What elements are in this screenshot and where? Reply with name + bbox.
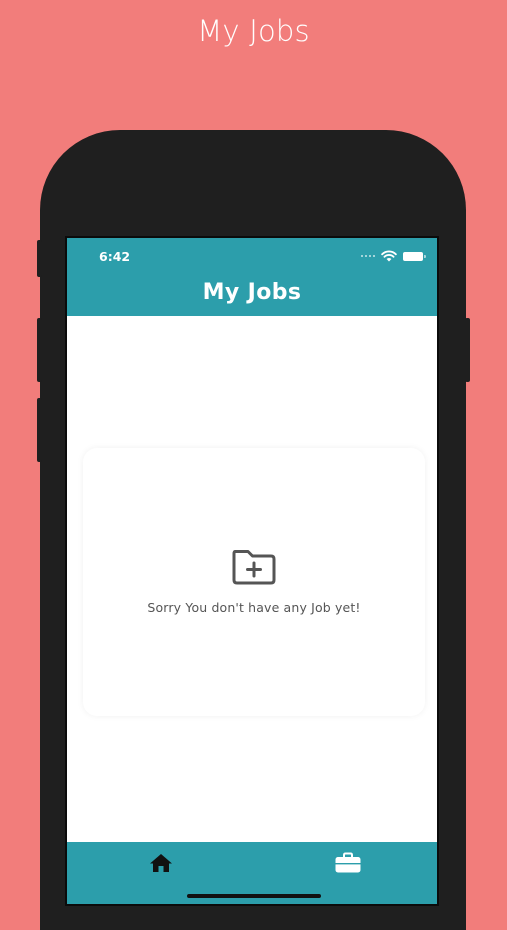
phone-power-button <box>465 318 470 382</box>
status-time: 6:42 <box>99 249 131 264</box>
nav-item-jobs[interactable] <box>333 850 363 876</box>
phone-volume-down <box>37 398 42 462</box>
wifi-icon <box>381 250 397 262</box>
home-icon <box>150 854 172 872</box>
briefcase-icon <box>335 852 361 873</box>
home-indicator[interactable] <box>187 894 321 898</box>
nav-item-home[interactable] <box>147 850 175 876</box>
phone-mute-switch <box>37 240 42 277</box>
app-header: 6:42 My Jobs <box>67 238 437 316</box>
page-title: My Jobs <box>202 280 302 305</box>
promo-title: My Jobs <box>197 14 310 48</box>
cellular-signal-icon <box>361 255 375 257</box>
empty-state-message: Sorry You don't have any Job yet! <box>147 600 361 615</box>
phone-volume-up <box>37 318 42 382</box>
empty-state-card: Sorry You don't have any Job yet! <box>83 448 425 716</box>
phone-screen: 6:42 My Jobs Sorry You don't have any Jo… <box>65 236 439 906</box>
status-icons <box>361 249 426 263</box>
folder-plus-icon <box>232 550 276 585</box>
battery-icon <box>403 251 426 261</box>
bottom-nav <box>67 842 437 904</box>
